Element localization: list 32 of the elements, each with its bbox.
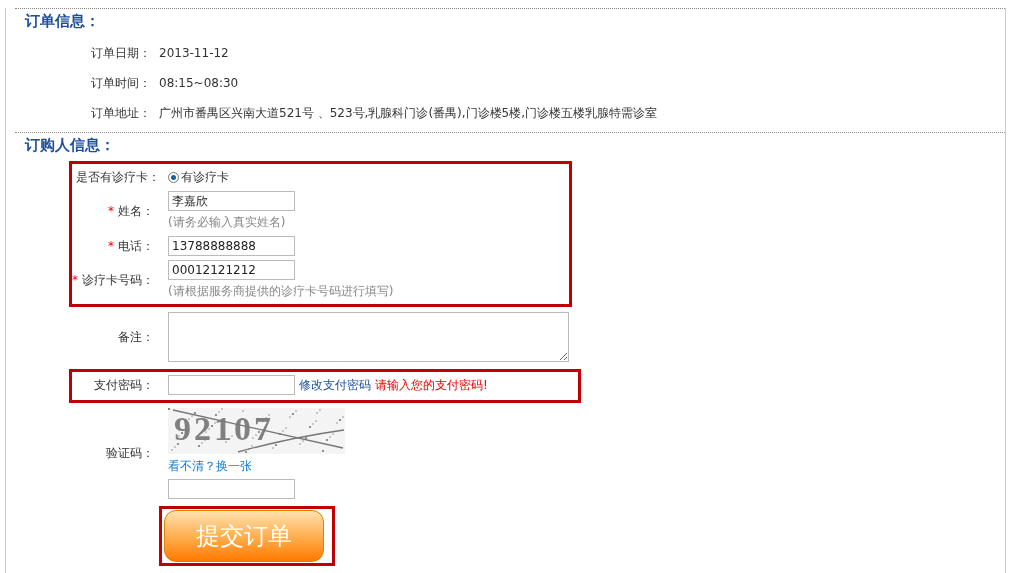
error-message: 请输入您的支付密码! [375, 376, 488, 394]
field-label: 诊疗卡号码： [82, 272, 154, 287]
password-field[interactable] [168, 375, 295, 395]
field-label: 姓名： [118, 203, 154, 218]
change-password-link[interactable]: 修改支付密码 [299, 376, 371, 394]
text-field[interactable]: 00012121212 [168, 260, 295, 280]
section-heading: 订购人信息： [23, 135, 115, 156]
captcha-image: 92107 [168, 408, 345, 454]
info-value: 广州市番禺区兴南大道521号 、523号,乳腺科门诊(番禺),门诊楼5楼,门诊楼五楼乳腺特需诊室 [159, 104, 658, 122]
field-label: 验证码： [105, 445, 155, 462]
required-mark: * [108, 203, 114, 218]
field-label: 电话： [118, 238, 154, 253]
field-label: 备注： [117, 328, 155, 346]
radio-button[interactable] [168, 171, 179, 183]
required-mark: * [108, 238, 114, 253]
field-label: 是否有诊疗卡： [76, 168, 161, 186]
info-value: 08:15~08:30 [159, 76, 239, 90]
field-hint: (请根据服务商提供的诊疗卡号码进行填写) [168, 283, 394, 300]
info-label: 订单时间： [90, 74, 152, 92]
info-label: 订单地址： [90, 104, 152, 122]
refresh-captcha-link[interactable]: 看不清？换一张 [168, 458, 345, 475]
radio-label[interactable]: 有诊疗卡 [181, 168, 229, 186]
info-value: 2013-11-12 [159, 46, 229, 60]
text-field[interactable]: 李嘉欣 [168, 191, 295, 211]
section-heading: 订单信息： [23, 11, 100, 32]
info-label: 订单日期： [90, 44, 152, 62]
remarks-field[interactable] [168, 312, 569, 362]
captcha-field[interactable] [168, 479, 295, 499]
text-field[interactable]: 13788888888 [168, 236, 295, 256]
field-hint: (请务必输入真实姓名) [168, 214, 287, 231]
field-label: 支付密码： [93, 376, 155, 394]
required-mark: * [72, 272, 78, 287]
